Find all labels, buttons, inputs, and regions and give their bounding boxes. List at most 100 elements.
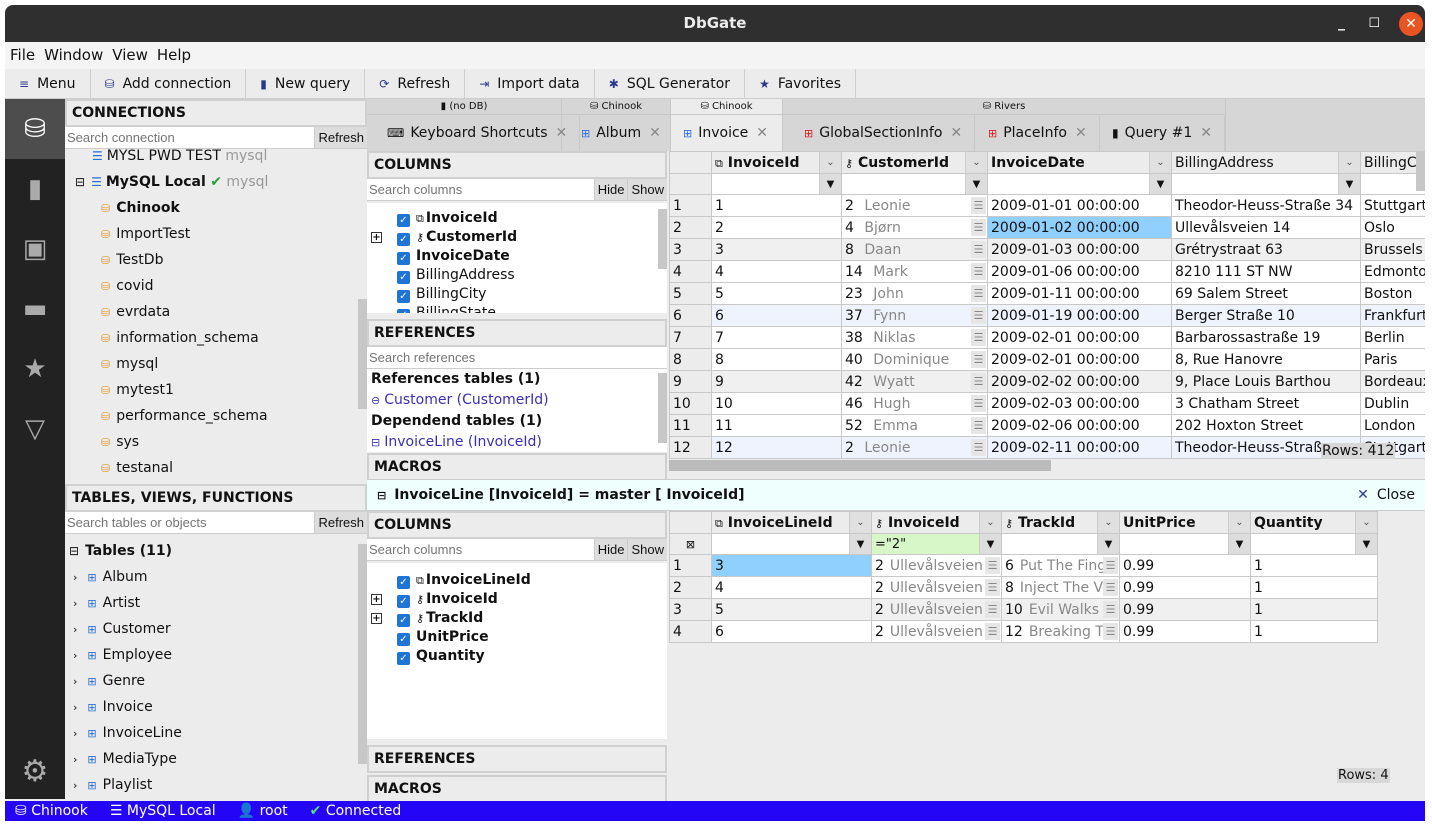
chevron-down-icon[interactable]: ⌄: [1355, 512, 1377, 533]
chevron-right-icon[interactable]: ›: [73, 727, 77, 740]
close-tab-icon[interactable]: ✕: [950, 125, 962, 141]
table-cell[interactable]: 7: [711, 326, 842, 349]
objects-search-input[interactable]: [65, 512, 315, 533]
close-tab-icon[interactable]: ✕: [649, 125, 661, 141]
column-header[interactable]: ⚷ CustomerId ⌄: [841, 151, 988, 174]
foreign-key-cell[interactable]: 2 Leonie ☰: [841, 194, 988, 217]
table-cell[interactable]: 0.99: [1119, 620, 1251, 643]
lookup-icon[interactable]: ☰: [1103, 601, 1118, 618]
table-cell[interactable]: Frankfurt: [1360, 304, 1425, 327]
checkbox[interactable]: ✓: [397, 252, 410, 265]
table-item[interactable]: › ⊞ Artist: [65, 590, 367, 616]
table-row[interactable]: 7 7 38 Niklas ☰ 2009-02-01 00:00:00 Barbaross…: [669, 326, 1425, 349]
table-cell[interactable]: 2009-02-01 00:00:00: [987, 326, 1172, 349]
table-cell[interactable]: Paris: [1360, 348, 1425, 371]
sql-generator-button[interactable]: ✱ SQL Generator: [595, 69, 746, 99]
checkbox[interactable]: ✓: [397, 233, 410, 246]
column-header[interactable]: ⚷ InvoiceId ⌄: [871, 511, 1002, 534]
table-cell[interactable]: 2009-01-06 00:00:00: [987, 260, 1172, 283]
table-cell[interactable]: 1: [1250, 554, 1378, 577]
connections-scrollbar[interactable]: [358, 299, 367, 409]
hide-columns-button[interactable]: Hide: [593, 179, 628, 200]
table-item[interactable]: › ⊞ Employee: [65, 642, 367, 668]
column-header[interactable]: BillingAddress ⌄: [1171, 151, 1361, 174]
filter-input[interactable]: [988, 174, 1149, 194]
table-item[interactable]: › ⊞ Invoice: [65, 694, 367, 720]
lookup-icon[interactable]: ☰: [971, 439, 986, 456]
table-cell[interactable]: Edmonton: [1360, 260, 1425, 283]
table-cell[interactable]: 1: [1250, 576, 1378, 599]
table-cell[interactable]: 5: [711, 598, 872, 621]
table-cell[interactable]: 8, Rue Hanovre: [1171, 348, 1361, 371]
table-item[interactable]: › ⊞ Playlist: [65, 772, 367, 798]
table-row[interactable]: 4 6 2 Ullevålsveien 1 ☰ 12 Breaking Th ☰ 0.99 1: [669, 620, 1378, 643]
tables-group[interactable]: ⊟ Tables (11): [65, 538, 367, 564]
column-item[interactable]: ✓ Quantity: [367, 647, 667, 666]
reference-link[interactable]: ⊖ Customer (CustomerId): [371, 390, 667, 411]
table-row[interactable]: 338 Daan ☰ 2009-01-03 00:00:00 Grétrystraat…: [669, 238, 1425, 261]
checkbox[interactable]: ✓: [397, 652, 410, 665]
row-number[interactable]: 9: [669, 370, 712, 393]
show-columns-button[interactable]: Show: [627, 179, 667, 200]
table-cell[interactable]: 3: [711, 238, 842, 261]
database-item[interactable]: ⛁ Chinook: [65, 195, 367, 221]
collapse-icon[interactable]: ⊟: [75, 175, 85, 189]
table-cell[interactable]: 2009-02-11 00:00:00: [987, 436, 1172, 459]
foreign-key-cell[interactable]: 12 Breaking Th ☰: [1001, 620, 1120, 643]
menu-view[interactable]: View: [108, 42, 152, 69]
connection-item[interactable]: ⊟ ☰ MySQL Local ✔ mysql: [65, 169, 367, 195]
status-connection[interactable]: ☰ MySQL Local: [110, 801, 216, 821]
database-item[interactable]: ⛁ performance_schema: [65, 403, 367, 429]
database-item[interactable]: ⛁ sys: [65, 429, 367, 455]
lookup-icon[interactable]: ☰: [971, 351, 986, 368]
table-cell[interactable]: 2009-02-02 00:00:00: [987, 370, 1172, 393]
table-row[interactable]: 10 10 46 Hugh ☰ 2009-02-03 00:00:00 3 Chatham…: [669, 392, 1425, 415]
table-row[interactable]: 12 12 2 Leonie ☰ 2009-02-11 00:00:00 Theodor-…: [669, 436, 1425, 459]
close-tab-icon[interactable]: ✕: [556, 125, 568, 141]
filter-input[interactable]: [842, 174, 965, 194]
archive-icon[interactable]: ▣: [5, 219, 65, 279]
filter-icon[interactable]: ▼: [1228, 534, 1250, 554]
database-icon[interactable]: ⛁: [5, 99, 65, 159]
table-row[interactable]: 112 Leonie ☰ 2009-01-01 00:00:00 Theodor-He…: [669, 194, 1425, 217]
lookup-icon[interactable]: ☰: [1103, 557, 1118, 574]
menu-button[interactable]: ≡ Menu: [5, 69, 91, 99]
checkbox[interactable]: ✓: [397, 633, 410, 646]
table-item[interactable]: › ⊞ MediaType: [65, 746, 367, 772]
row-number[interactable]: 1: [669, 554, 712, 577]
table-row[interactable]: 4 4 14 Mark ☰ 2009-01-06 00:00:00 8210 111 ST…: [669, 260, 1425, 283]
collapse-icon[interactable]: ⊟: [69, 544, 79, 558]
table-cell[interactable]: 1: [1250, 620, 1378, 643]
chevron-down-icon[interactable]: ⌄: [1097, 512, 1119, 533]
table-item[interactable]: › ⊞ Genre: [65, 668, 367, 694]
filter-icon[interactable]: ▼: [1355, 534, 1377, 554]
lookup-icon[interactable]: ☰: [985, 623, 1000, 640]
column-header[interactable]: InvoiceDate ⌄: [987, 151, 1172, 174]
table-row[interactable]: 8 8 40 Dominique ☰ 2009-02-01 00:00:00 8, Rue…: [669, 348, 1425, 371]
table-row[interactable]: 1 3 2 Ullevålsveien 1 ☰ 6 Put The Finge ☰ 0.99 1: [669, 554, 1378, 577]
minimize-button[interactable]: _: [1338, 5, 1345, 42]
lookup-icon[interactable]: ☰: [971, 197, 986, 214]
close-window-button[interactable]: ✕: [1399, 12, 1423, 36]
filter-input[interactable]: [1172, 174, 1338, 194]
row-number[interactable]: 7: [669, 326, 712, 349]
chevron-right-icon[interactable]: ›: [73, 675, 77, 688]
table-cell[interactable]: 12: [711, 436, 842, 459]
expand-icon[interactable]: +: [371, 613, 382, 624]
database-item[interactable]: ⛁ testanal: [65, 455, 367, 476]
table-cell[interactable]: 8210 111 ST NW: [1171, 260, 1361, 283]
tab-globalsectioninfo[interactable]: ⊞ GlobalSectionInfo ✕: [792, 116, 976, 151]
table-cell[interactable]: Grétrystraat 63: [1171, 238, 1361, 261]
database-item[interactable]: ⛁ covid: [65, 273, 367, 299]
lookup-icon[interactable]: ☰: [971, 241, 986, 258]
row-number[interactable]: 2: [669, 576, 712, 599]
checkbox[interactable]: ✓: [397, 271, 410, 284]
lookup-icon[interactable]: ☰: [971, 395, 986, 412]
table-cell[interactable]: 8: [711, 348, 842, 371]
table-cell[interactable]: 202 Hoxton Street: [1171, 414, 1361, 437]
lookup-icon[interactable]: ☰: [971, 285, 986, 302]
foreign-key-cell[interactable]: 2 Leonie ☰: [841, 436, 988, 459]
objects-scrollbar[interactable]: [358, 544, 367, 764]
column-item[interactable]: ✓ InvoiceDate: [367, 247, 667, 266]
foreign-key-cell[interactable]: 4 Bjørn ☰: [841, 216, 988, 239]
